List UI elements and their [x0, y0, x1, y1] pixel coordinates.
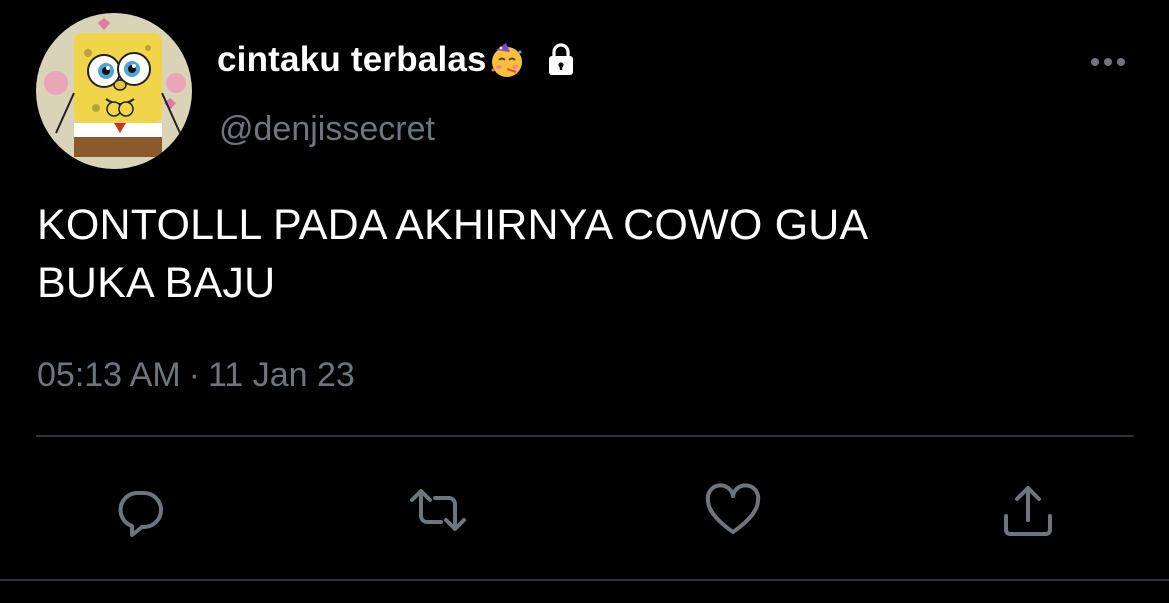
- tweet-timestamp[interactable]: 05:13 AM · 11 Jan 23: [37, 356, 355, 395]
- display-name[interactable]: cintaku terbalas: [217, 40, 487, 80]
- share-icon: [1004, 486, 1052, 536]
- meta-separator: ·: [188, 356, 200, 394]
- divider-bottom: [0, 579, 1169, 581]
- more-options-button[interactable]: [1083, 46, 1133, 78]
- tweet-text-line-2: BUKA BAJU: [37, 259, 276, 307]
- lock-icon: [541, 40, 581, 80]
- author-name-row[interactable]: cintaku terbalas: [217, 36, 581, 84]
- reply-button[interactable]: [108, 480, 172, 540]
- share-button[interactable]: [996, 480, 1060, 540]
- reply-icon: [118, 491, 163, 537]
- tweet-text-line-1: KONTOLLL PADA AKHIRNYA COWO GUA: [37, 201, 869, 249]
- tweet-time: 05:13 AM: [37, 356, 181, 394]
- tweet-text: KONTOLLL PADA AKHIRNYA COWO GUA BUKA BAJ…: [37, 196, 1117, 312]
- partying-face-emoji-icon: [487, 40, 527, 80]
- user-handle[interactable]: @denjissecret: [219, 110, 435, 149]
- avatar[interactable]: [36, 13, 192, 169]
- spongebob-avatar-image: [36, 13, 192, 169]
- heart-icon: [705, 483, 761, 534]
- more-icon: [1091, 58, 1125, 66]
- divider: [36, 435, 1134, 437]
- like-button[interactable]: [701, 480, 765, 540]
- retweet-icon: [410, 489, 466, 531]
- tweet-date: 11 Jan 23: [207, 356, 355, 394]
- retweet-button[interactable]: [406, 480, 470, 540]
